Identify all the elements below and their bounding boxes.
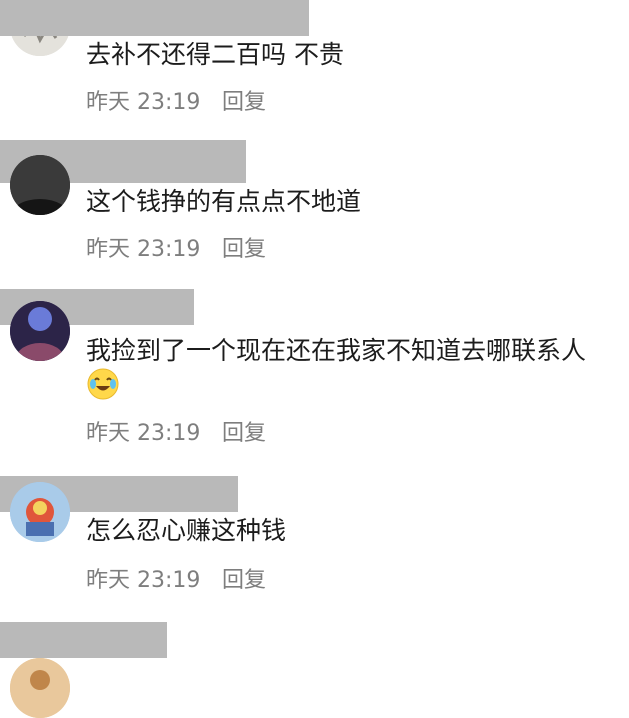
comment-item: 这个钱挣的有点点不地道 昨天 23:19 回复: [0, 140, 629, 280]
comment-item: 我捡到了一个现在还在我家不知道去哪联系人 昨天 23:19 回复: [0, 289, 629, 463]
comment-text: 我捡到了一个现在还在我家不知道去哪联系人: [86, 336, 587, 365]
redacted-username: [0, 622, 167, 658]
timestamp: 昨天 23:19: [86, 568, 201, 593]
avatar[interactable]: [10, 155, 70, 215]
comment-meta: 昨天 23:19 回复: [86, 415, 266, 447]
timestamp: 昨天 23:19: [86, 421, 201, 446]
crying-laughing-emoji: [86, 367, 120, 401]
comment-item: 怎么忍心赚这种钱 昨天 23:19 回复: [0, 476, 629, 616]
comment-text: 去补不还得二百吗 不贵: [86, 40, 344, 69]
comment-meta: 昨天 23:19 回复: [86, 84, 266, 116]
reply-button[interactable]: 回复: [222, 415, 266, 447]
comment-item: [0, 622, 629, 718]
comment-text: 怎么忍心赚这种钱: [86, 516, 287, 545]
avatar[interactable]: [10, 482, 70, 542]
avatar[interactable]: [10, 301, 70, 361]
comment-meta: 昨天 23:19 回复: [86, 231, 266, 263]
comment-text: 这个钱挣的有点点不地道: [86, 187, 362, 216]
comment-item: 去补不还得二百吗 不贵 昨天 23:19 回复: [0, 0, 629, 128]
timestamp: 昨天 23:19: [86, 90, 201, 115]
avatar[interactable]: [10, 658, 70, 718]
reply-button[interactable]: 回复: [222, 84, 266, 116]
reply-button[interactable]: 回复: [222, 231, 266, 263]
reply-button[interactable]: 回复: [222, 562, 266, 594]
redacted-username: [0, 0, 309, 36]
comment-meta: 昨天 23:19 回复: [86, 562, 266, 594]
timestamp: 昨天 23:19: [86, 237, 201, 262]
